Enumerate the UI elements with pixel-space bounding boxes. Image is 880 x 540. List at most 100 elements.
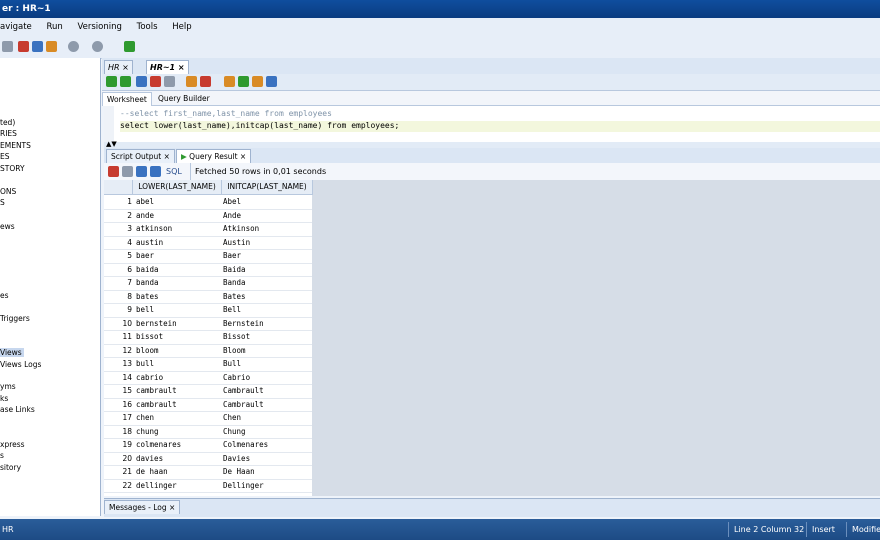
tree-item[interactable]: EMENTS [0, 141, 31, 150]
run-script-icon[interactable] [120, 76, 131, 87]
clear-icon[interactable] [200, 76, 211, 87]
cell-lower-last-name[interactable]: baer [136, 249, 154, 262]
cell-initcap-last-name[interactable]: Bull [223, 357, 241, 370]
cell-lower-last-name[interactable]: atkinson [136, 222, 172, 235]
table-row[interactable]: 3 atkinson Atkinson [104, 222, 312, 237]
cell-initcap-last-name[interactable]: Baer [223, 249, 241, 262]
cell-initcap-last-name[interactable]: Chen [223, 411, 241, 424]
cell-initcap-last-name[interactable]: Bell [223, 303, 241, 316]
tab-script-output[interactable]: Script Output × [106, 149, 175, 163]
cell-initcap-last-name[interactable]: De Haan [223, 465, 255, 478]
table-row[interactable]: 2 ande Ande [104, 209, 312, 223]
back-icon[interactable] [68, 41, 79, 52]
tree-item[interactable]: s [0, 451, 4, 460]
table-row[interactable]: 7 banda Banda [104, 276, 312, 291]
run-statement-icon[interactable] [106, 76, 117, 87]
table-row[interactable]: 14 cabrio Cabrio [104, 371, 312, 385]
rollback-icon[interactable] [150, 76, 161, 87]
tree-item[interactable]: STORY [0, 164, 25, 173]
format-icon[interactable] [238, 76, 249, 87]
cell-lower-last-name[interactable]: bloom [136, 344, 159, 357]
connection-icon[interactable] [2, 41, 13, 52]
explain-plan-icon[interactable] [164, 76, 175, 87]
cell-initcap-last-name[interactable]: Atkinson [223, 222, 259, 235]
tab-query-builder[interactable]: Query Builder [154, 92, 214, 105]
cell-initcap-last-name[interactable]: Cabrio [223, 371, 250, 384]
cell-lower-last-name[interactable]: cambrault [136, 398, 177, 411]
cell-lower-last-name[interactable]: bissot [136, 330, 163, 343]
sql-editor[interactable]: --select first_name,last_name from emplo… [104, 106, 880, 143]
collapse-arrows-icon[interactable]: ▲▼ [106, 140, 117, 148]
close-icon[interactable]: × [164, 152, 170, 161]
cell-initcap-last-name[interactable]: Austin [223, 236, 250, 249]
cell-lower-last-name[interactable]: baida [136, 263, 159, 276]
sql-tuning-icon[interactable] [266, 76, 277, 87]
table-row[interactable]: 21 de haan De Haan [104, 465, 312, 480]
cell-initcap-last-name[interactable]: Bissot [223, 330, 250, 343]
paste-icon[interactable] [46, 41, 57, 52]
tree-item[interactable]: ews [0, 222, 15, 231]
table-row[interactable]: 20 davies Davies [104, 452, 312, 466]
cell-initcap-last-name[interactable]: Cambrault [223, 384, 264, 397]
menu-versioning[interactable]: Versioning [78, 22, 122, 32]
copy-icon[interactable] [32, 41, 43, 52]
cell-initcap-last-name[interactable]: Cambrault [223, 398, 264, 411]
tree-item[interactable]: Triggers [0, 314, 30, 323]
tree-item[interactable]: xpress [0, 440, 25, 449]
close-icon[interactable]: × [240, 152, 246, 161]
tree-item[interactable]: ONS [0, 187, 16, 196]
column-header-lower[interactable]: LOWER(LAST_NAME) [133, 180, 222, 195]
tab-hr-1[interactable]: HR~1 × [146, 60, 189, 74]
cell-lower-last-name[interactable]: abel [136, 195, 154, 208]
sql-link[interactable]: SQL [166, 163, 182, 180]
eraser-icon[interactable] [252, 76, 263, 87]
history-icon[interactable] [224, 76, 235, 87]
table-row[interactable]: 15 cambrault Cambrault [104, 384, 312, 399]
commit-icon[interactable] [136, 76, 147, 87]
table-row[interactable]: 5 baer Baer [104, 249, 312, 264]
cell-initcap-last-name[interactable]: Davies [223, 452, 250, 465]
cell-lower-last-name[interactable]: cambrault [136, 384, 177, 397]
table-row[interactable]: 19 colmenares Colmenares [104, 438, 312, 453]
table-row[interactable]: 1 abel Abel [104, 195, 312, 210]
table-row[interactable]: 4 austin Austin [104, 236, 312, 250]
cell-lower-last-name[interactable]: dellinger [136, 479, 177, 492]
sql-worksheet-icon[interactable] [124, 41, 135, 52]
tree-item[interactable]: ks [0, 394, 8, 403]
tree-item[interactable]: ase Links [0, 405, 35, 414]
table-row[interactable]: 6 baida Baida [104, 263, 312, 277]
cell-lower-last-name[interactable]: cabrio [136, 371, 163, 384]
cell-lower-last-name[interactable]: colmenares [136, 438, 181, 451]
cell-lower-last-name[interactable]: austin [136, 236, 163, 249]
cell-lower-last-name[interactable]: banda [136, 276, 159, 289]
cell-initcap-last-name[interactable]: Abel [223, 195, 241, 208]
table-row[interactable]: 22 dellinger Dellinger [104, 479, 312, 493]
cell-initcap-last-name[interactable]: Chung [223, 425, 246, 438]
cell-initcap-last-name[interactable]: Bloom [223, 344, 246, 357]
print-icon[interactable] [122, 166, 133, 177]
tree-item[interactable]: S [0, 198, 5, 207]
table-row[interactable]: 18 chung Chung [104, 425, 312, 439]
table-row[interactable]: 12 bloom Bloom [104, 344, 312, 358]
cell-lower-last-name[interactable]: bell [136, 303, 154, 316]
table-row[interactable]: 9 bell Bell [104, 303, 312, 318]
menu-run[interactable]: Run [46, 22, 62, 32]
tree-item[interactable]: RIES [0, 129, 17, 138]
table-row[interactable]: 10 bernstein Bernstein [104, 317, 312, 331]
cell-initcap-last-name[interactable]: Bates [223, 290, 246, 303]
table-row[interactable]: 8 bates Bates [104, 290, 312, 304]
cell-initcap-last-name[interactable]: Colmenares [223, 438, 268, 451]
cell-lower-last-name[interactable]: chen [136, 411, 154, 424]
menu-tools[interactable]: Tools [137, 22, 158, 32]
tab-hr[interactable]: HR × [104, 60, 133, 74]
cell-initcap-last-name[interactable]: Bernstein [223, 317, 264, 330]
table-row[interactable]: 16 cambrault Cambrault [104, 398, 312, 412]
autotrace-icon[interactable] [186, 76, 197, 87]
cell-lower-last-name[interactable]: chung [136, 425, 159, 438]
cell-initcap-last-name[interactable]: Ande [223, 209, 241, 222]
menu-help[interactable]: Help [172, 22, 191, 32]
cell-initcap-last-name[interactable]: Dellinger [223, 479, 264, 492]
tab-query-result[interactable]: ▶ Query Result × [176, 149, 252, 163]
cell-lower-last-name[interactable]: davies [136, 452, 163, 465]
table-row[interactable]: 11 bissot Bissot [104, 330, 312, 345]
